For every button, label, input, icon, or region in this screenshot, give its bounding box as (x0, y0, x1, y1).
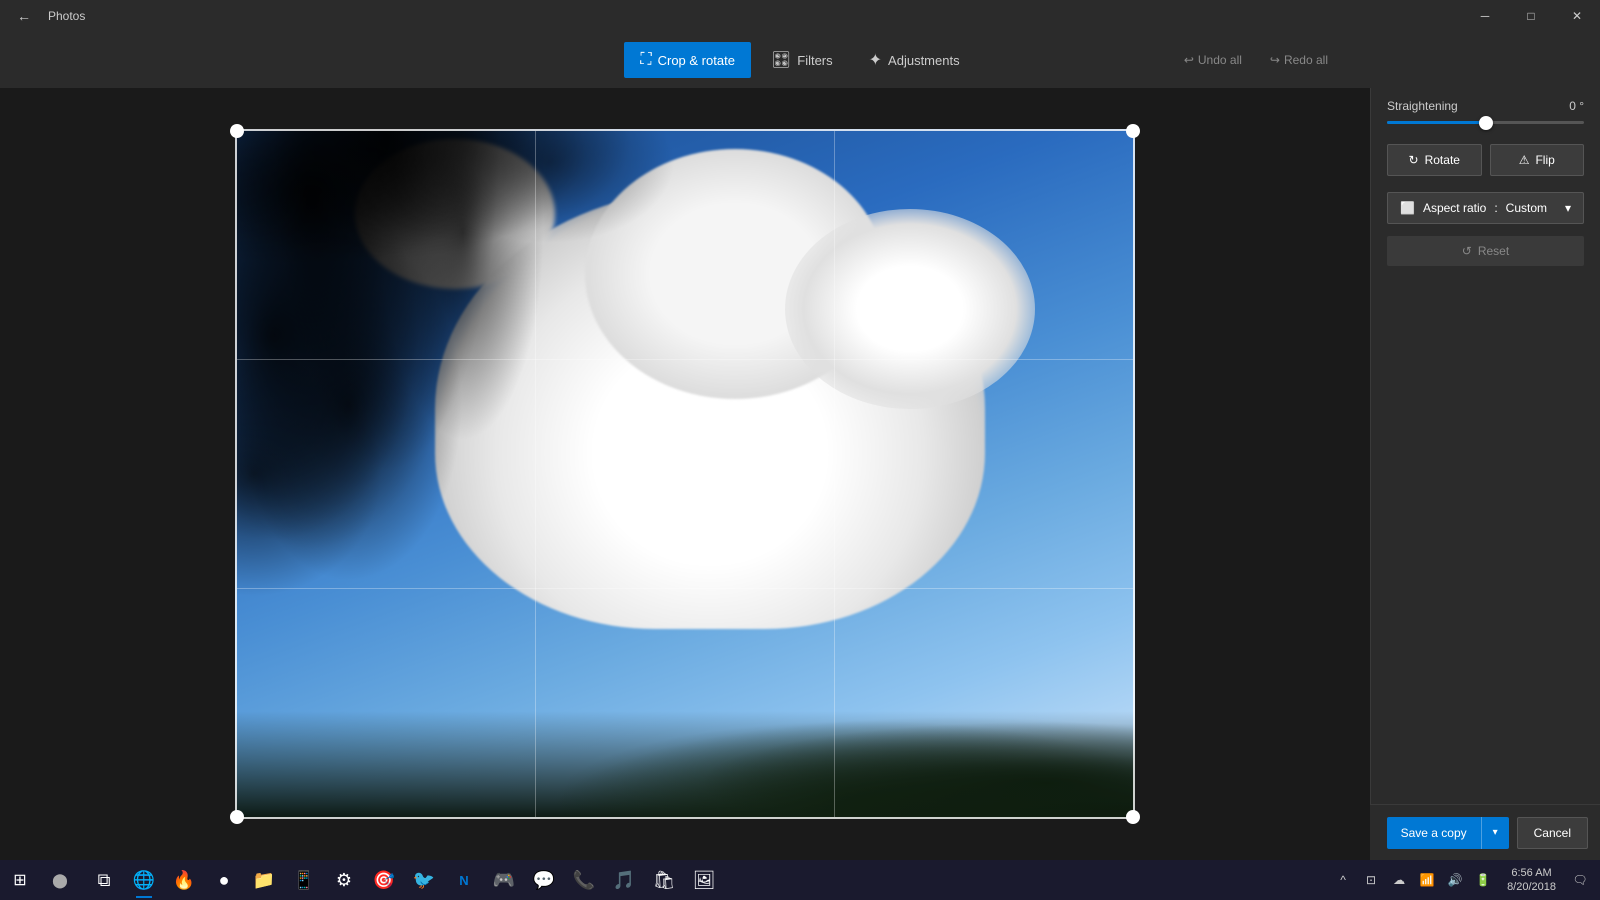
taskbar-app-shopping[interactable]: 🛍 (644, 860, 684, 900)
crop-rotate-icon: ⛶ (640, 51, 651, 69)
adjustments-label: Adjustments (888, 53, 960, 68)
tray-wifi[interactable]: 📶 (1415, 860, 1439, 900)
reset-label: Reset (1478, 244, 1509, 258)
save-copy-label: Save a copy (1401, 826, 1467, 840)
taskbar-app-skype[interactable]: 💬 (524, 860, 564, 900)
save-dropdown-chevron: ▾ (1493, 827, 1498, 838)
save-copy-dropdown[interactable]: ▾ (1481, 817, 1509, 849)
redo-button[interactable]: ↪ Redo all (1258, 47, 1340, 73)
cancel-label: Cancel (1534, 826, 1571, 840)
taskbar-app-edge[interactable]: 🌐 (124, 860, 164, 900)
flip-label: Flip (1535, 153, 1554, 167)
reset-button[interactable]: ↺ Reset (1387, 236, 1584, 266)
tray-network[interactable]: ⊡ (1359, 860, 1383, 900)
taskbar-apps: ⧉ 🌐 🔥 ● 📁 📱 ⚙ 🎯 🐦 N 🎮 💬 📞 🎵 🛍 🖼 (80, 860, 1323, 900)
filters-icon: 🎛 (771, 50, 791, 70)
tray-cloud[interactable]: ☁ (1387, 860, 1411, 900)
rotate-flip-row: ↻ Rotate ⚠ Flip (1387, 144, 1584, 176)
cancel-button[interactable]: Cancel (1517, 817, 1588, 849)
taskbar-app-firefox[interactable]: 🔥 (164, 860, 204, 900)
straightening-slider-fill (1387, 121, 1486, 124)
redo-icon: ↪ (1270, 53, 1280, 67)
action-bar: Save a copy ▾ Cancel (1370, 804, 1600, 860)
maximize-button[interactable]: □ (1508, 0, 1554, 32)
rotate-button[interactable]: ↻ Rotate (1387, 144, 1482, 176)
filters-button[interactable]: 🎛 Filters (755, 42, 849, 78)
save-copy-label-area[interactable]: Save a copy (1387, 817, 1481, 849)
close-button[interactable]: ✕ (1554, 0, 1600, 32)
undo-icon: ↩ (1184, 53, 1194, 67)
straightening-label: Straightening (1387, 99, 1458, 113)
crop-rotate-button[interactable]: ⛶ Crop & rotate (624, 42, 751, 78)
main-canvas (0, 88, 1370, 860)
tree-bottom (235, 639, 1135, 819)
redo-label: Redo all (1284, 53, 1328, 67)
aspect-ratio-label: Aspect ratio (1423, 201, 1486, 215)
tray-date-value: 8/20/2018 (1507, 880, 1556, 894)
reset-icon: ↺ (1462, 244, 1472, 258)
taskbar: ⊞ ⬤ ⧉ 🌐 🔥 ● 📁 📱 ⚙ 🎯 🐦 N 🎮 💬 📞 🎵 🛍 🖼 ^ ⊡ … (0, 860, 1600, 900)
taskbar-app-explorer[interactable]: 📁 (244, 860, 284, 900)
right-panel: Crop & rotate Straightening 0 ° ↻ Rotate… (1370, 32, 1600, 860)
tray-time-value: 6:56 AM (1507, 866, 1556, 880)
trees-overlay (235, 129, 1135, 819)
tree-branches (235, 129, 1135, 543)
titlebar: ← Photos ─ □ ✕ (0, 0, 1600, 32)
tray-battery[interactable]: 🔋 (1471, 860, 1495, 900)
adjustments-icon: ✦ (869, 50, 882, 70)
straightening-label-row: Straightening 0 ° (1387, 99, 1584, 113)
rotate-label: Rotate (1425, 153, 1460, 167)
aspect-ratio-separator: : (1494, 201, 1497, 215)
photo-background (235, 129, 1135, 819)
taskbar-app-task-view[interactable]: ⧉ (84, 860, 124, 900)
tray-up-arrow[interactable]: ^ (1331, 860, 1355, 900)
straightening-section: Straightening 0 ° (1387, 99, 1584, 124)
taskbar-app-photos[interactable]: 🖼 (684, 860, 724, 900)
app-title: Photos (48, 9, 85, 23)
taskbar-app-chrome[interactable]: ● (204, 860, 244, 900)
aspect-ratio-icon: ⬜ (1400, 201, 1415, 215)
straightening-slider-thumb[interactable] (1479, 116, 1493, 130)
save-copy-button[interactable]: Save a copy ▾ (1387, 817, 1509, 849)
taskbar-app-twitter[interactable]: 🐦 (404, 860, 444, 900)
taskbar-app-spotify[interactable]: 🎵 (604, 860, 644, 900)
toolbar: ⛶ Crop & rotate 🎛 Filters ✦ Adjustments … (0, 32, 1600, 88)
taskbar-app-store[interactable]: ⚙ (324, 860, 364, 900)
aspect-ratio-value: Custom (1506, 201, 1547, 215)
filters-label: Filters (797, 53, 832, 68)
aspect-ratio-button[interactable]: ⬜ Aspect ratio : Custom ▾ (1387, 192, 1584, 224)
back-button[interactable]: ← (8, 0, 40, 32)
chevron-down-icon: ▾ (1565, 201, 1571, 215)
adjustments-button[interactable]: ✦ Adjustments (853, 42, 976, 78)
rotate-icon: ↻ (1409, 153, 1419, 167)
taskbar-app-notepad[interactable]: N (444, 860, 484, 900)
flip-icon: ⚠ (1519, 153, 1530, 167)
start-button[interactable]: ⊞ (0, 860, 40, 900)
straightening-value: 0 ° (1569, 99, 1584, 113)
tray-notification[interactable]: 🗨 (1568, 860, 1592, 900)
tray-clock[interactable]: 6:56 AM 8/20/2018 (1499, 866, 1564, 895)
crop-rotate-label: Crop & rotate (658, 53, 735, 68)
taskbar-app-phone[interactable]: 📞 (564, 860, 604, 900)
straightening-slider-track (1387, 121, 1584, 124)
flip-button[interactable]: ⚠ Flip (1490, 144, 1585, 176)
system-tray: ^ ⊡ ☁ 📶 🔊 🔋 6:56 AM 8/20/2018 🗨 (1323, 860, 1600, 900)
undo-label: Undo all (1198, 53, 1242, 67)
tray-volume[interactable]: 🔊 (1443, 860, 1467, 900)
undo-button[interactable]: ↩ Undo all (1172, 47, 1254, 73)
minimize-button[interactable]: ─ (1462, 0, 1508, 32)
taskbar-app-tablet[interactable]: 📱 (284, 860, 324, 900)
aspect-ratio-left: ⬜ Aspect ratio : Custom (1400, 201, 1547, 215)
taskbar-app-target[interactable]: 🎯 (364, 860, 404, 900)
image-container[interactable] (235, 129, 1135, 819)
taskbar-app-game[interactable]: 🎮 (484, 860, 524, 900)
search-button[interactable]: ⬤ (40, 860, 80, 900)
